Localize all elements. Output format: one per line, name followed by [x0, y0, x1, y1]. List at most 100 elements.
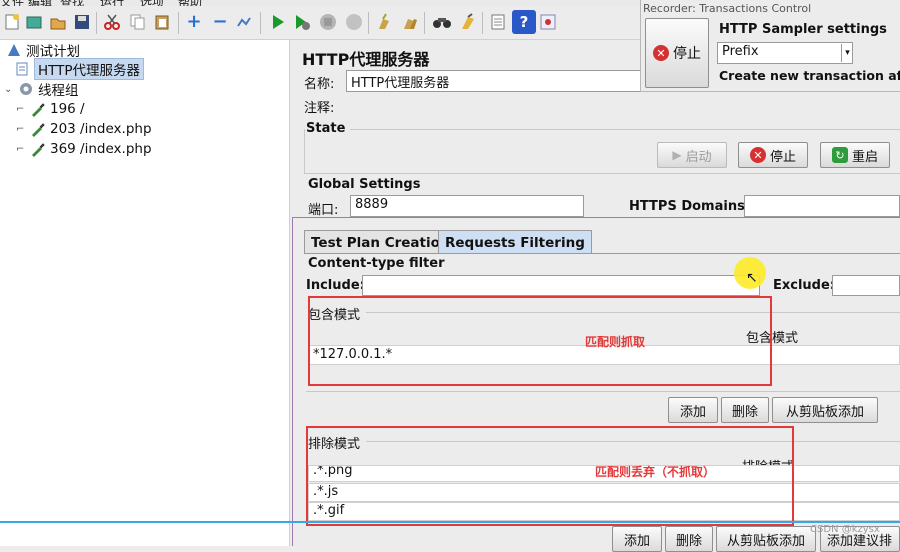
include-label: Include:: [306, 278, 365, 293]
global-settings-label: Global Settings: [308, 177, 421, 192]
proxy-icon: [14, 61, 30, 77]
include-field[interactable]: [362, 275, 760, 296]
tab-label: Requests Filtering: [445, 234, 585, 251]
ssl-manager-icon[interactable]: [536, 10, 560, 34]
recorder-stop-label: 停止: [673, 46, 701, 62]
recorder-title: Recorder: Transactions Control: [643, 2, 812, 15]
tree-node-test-plan[interactable]: 测试计划: [6, 40, 80, 60]
delete-exclude-button[interactable]: 删除: [665, 526, 713, 552]
port-field[interactable]: 8889: [350, 195, 584, 217]
https-domains-label: HTTPS Domains:: [629, 199, 751, 214]
pipette-icon: [30, 121, 46, 137]
tree-node-proxy[interactable]: HTTP代理服务器: [14, 58, 145, 80]
clipboard-label: 从剪贴板添加: [785, 404, 864, 420]
exclude-annotation-box: [306, 426, 794, 526]
start-button[interactable]: ▶ 启动: [657, 142, 727, 168]
port-label: 端口:: [308, 203, 339, 218]
expand-icon[interactable]: +: [182, 10, 206, 34]
page-title: HTTP代理服务器: [302, 50, 430, 69]
stop-icon: ✕: [749, 147, 766, 163]
include-annotation-text: 匹配则抓取: [585, 335, 646, 349]
delete-label: 删除: [731, 404, 758, 420]
stop-button-label: 停止: [769, 149, 796, 165]
help-icon[interactable]: ?: [512, 10, 536, 34]
stop-icon: ✕: [653, 45, 669, 61]
toggle-icon[interactable]: [232, 10, 256, 34]
cut-icon[interactable]: [100, 10, 124, 34]
paste-icon[interactable]: [150, 10, 174, 34]
start-button-label: 启动: [685, 149, 712, 165]
tree-node-label: 196 /: [50, 101, 85, 117]
mouse-pointer-icon: ↖: [746, 270, 758, 286]
name-field[interactable]: HTTP代理服务器: [346, 70, 646, 92]
play-icon: ▶: [672, 148, 682, 162]
tab-requests-filtering[interactable]: Requests Filtering: [438, 230, 592, 254]
video-progress-line: [0, 521, 900, 523]
collapse-toggle-icon[interactable]: ⌄: [4, 84, 14, 95]
new-icon[interactable]: [0, 10, 24, 34]
delete-include-button[interactable]: 删除: [721, 397, 769, 423]
shutdown-icon[interactable]: [342, 10, 366, 34]
comment-label: 注释:: [304, 101, 335, 116]
stop-button[interactable]: ✕ 停止: [738, 142, 808, 168]
clear-icon[interactable]: [372, 10, 396, 34]
test-plan-tree: 测试计划 HTTP代理服务器 ⌄ 线程组 ⌐ 196 / ⌐ 203 /inde…: [0, 40, 290, 546]
exclude-field[interactable]: [832, 275, 900, 296]
function-helper-icon[interactable]: [486, 10, 510, 34]
name-label: 名称:: [304, 77, 335, 92]
tree-node-label: 369 /index.php: [50, 141, 152, 157]
https-domains-field[interactable]: [744, 195, 900, 217]
tree-node-sampler[interactable]: ⌐ 369 /index.php: [16, 139, 152, 159]
tree-node-label: HTTP代理服务器: [34, 58, 145, 80]
include-annotation-box: [308, 296, 772, 386]
gear-icon: [18, 81, 34, 97]
collapse-icon[interactable]: −: [208, 10, 232, 34]
clear-all-icon[interactable]: [398, 10, 422, 34]
exclude-label: Exclude:: [773, 278, 836, 293]
tree-branch-icon: ⌐: [16, 143, 25, 155]
chevron-down-icon[interactable]: ▾: [841, 44, 853, 62]
tree-node-label: 测试计划: [26, 44, 80, 60]
tree-node-thread-group[interactable]: ⌄ 线程组: [4, 79, 79, 99]
pipette-icon: [30, 101, 46, 117]
tree-branch-icon: ⌐: [16, 103, 25, 115]
create-transaction-label: Create new transaction after: [719, 68, 900, 83]
start-icon[interactable]: [266, 10, 290, 34]
sampler-settings-label: HTTP Sampler settings: [719, 22, 887, 37]
tree-node-sampler[interactable]: ⌐ 196 /: [16, 99, 85, 119]
test-plan-icon: [6, 42, 22, 58]
tree-node-sampler[interactable]: ⌐ 203 /index.php: [16, 119, 152, 139]
recorder-window: Recorder: Transactions Control ✕ 停止 HTTP…: [640, 0, 900, 92]
exclude-annotation-text: 匹配则丢弃（不抓取）: [595, 465, 716, 479]
tree-branch-icon: ⌐: [16, 123, 25, 135]
save-icon[interactable]: [70, 10, 94, 34]
restart-button-label: 重启: [851, 149, 878, 165]
toolbar: + − ?: [0, 6, 640, 40]
add-exclude-button[interactable]: 添加: [612, 526, 662, 552]
reset-search-icon[interactable]: [456, 10, 480, 34]
tree-node-label: 线程组: [38, 83, 79, 99]
stop-icon[interactable]: [316, 10, 340, 34]
comment-field[interactable]: [346, 94, 646, 116]
prefix-value: Prefix: [722, 44, 759, 59]
open-icon[interactable]: [46, 10, 70, 34]
restart-button[interactable]: ↻ 重启: [820, 142, 890, 168]
clipboard-include-button[interactable]: 从剪贴板添加: [772, 397, 878, 423]
start-no-pause-icon[interactable]: [290, 10, 314, 34]
state-section-label: State: [306, 121, 346, 136]
search-icon[interactable]: [430, 10, 454, 34]
restart-icon: ↻: [831, 147, 848, 163]
templates-icon[interactable]: [22, 10, 46, 34]
tab-label: Test Plan Creation: [311, 234, 450, 251]
add-include-button[interactable]: 添加: [668, 397, 718, 423]
copy-icon[interactable]: [126, 10, 150, 34]
add-label: 添加: [679, 404, 706, 420]
tree-node-label: 203 /index.php: [50, 121, 152, 137]
recorder-stop-button[interactable]: ✕ 停止: [645, 18, 709, 88]
tab-test-plan-creation[interactable]: Test Plan Creation: [304, 230, 457, 254]
pipette-icon: [30, 141, 46, 157]
watermark: CSDN @kzysx: [810, 524, 880, 535]
prefix-select[interactable]: Prefix: [717, 42, 853, 64]
content-type-filter-label: Content-type filter: [308, 256, 445, 271]
clipboard-exclude-button[interactable]: 从剪贴板添加: [716, 526, 816, 552]
